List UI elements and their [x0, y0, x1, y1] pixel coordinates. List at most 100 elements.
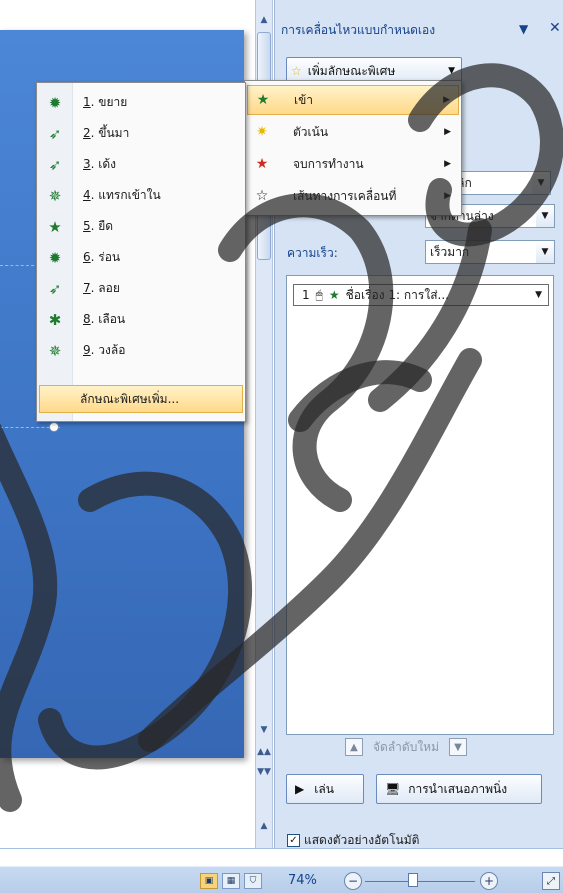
chevron-down-icon[interactable]: ▼ — [532, 172, 550, 194]
effect-label: . แทรกเข้าใน — [90, 188, 161, 202]
checkbox-check-icon[interactable]: ✓ — [287, 834, 300, 847]
close-icon[interactable]: ✕ — [549, 20, 561, 36]
more-effects-item[interactable]: ลักษณะพิเศษเพิ่ม... — [39, 385, 243, 413]
move-up-icon[interactable]: ▲ — [345, 738, 363, 756]
effect-label: . ลอย — [90, 281, 120, 295]
pane-options-dropdown-icon[interactable]: ▼ — [519, 22, 528, 36]
slide-sorter-icon[interactable]: ▦ — [222, 873, 240, 889]
animation-list-item[interactable]: 1 🖱 ★ ชื่อเรื่อง 1: การใส่... ▼ — [293, 284, 549, 306]
reorder-controls: ▲ จัดลำดับใหม่ ▼ — [345, 735, 505, 759]
entrance-effect-item[interactable]: ✱ 8. เลือน — [39, 304, 243, 335]
slideshow-view-icon[interactable]: ⛉ — [244, 873, 262, 889]
chevron-right-icon: ▶ — [444, 191, 451, 201]
effect-number: 8 — [83, 312, 91, 326]
chevron-down-icon[interactable]: ▼ — [536, 241, 554, 263]
effect-number: 6 — [83, 250, 91, 264]
dissolve-in-effect-icon: ✵ — [48, 186, 62, 205]
chevron-right-icon: ▶ — [444, 159, 451, 169]
effect-number: 3 — [83, 157, 91, 171]
scroll-down-icon[interactable]: ▼ — [256, 722, 272, 738]
chevron-down-icon[interactable]: ▼ — [535, 290, 542, 300]
selection-handle[interactable] — [49, 422, 59, 432]
effect-label: . ยืด — [90, 219, 114, 233]
more-effects-label: ลักษณะพิเศษเพิ่ม... — [80, 391, 180, 406]
menu-item-label: เส้นทางการเคลื่อนที่ — [293, 188, 397, 203]
effect-label: . เลือน — [90, 312, 126, 326]
effect-label: . วงล้อ — [90, 343, 126, 357]
menu-item-exit[interactable]: ★ จบการทำงาน ▶ — [247, 149, 459, 179]
menu-item-label: เข้า — [294, 92, 314, 107]
entrance-effect-item[interactable]: ★ 5. ยืด — [39, 211, 243, 242]
glide-effect-icon: ✹ — [48, 248, 62, 267]
speed-select[interactable]: เร็วมาก ▼ — [425, 240, 555, 264]
effect-number: 1 — [83, 95, 91, 109]
mouse-click-icon: 🖱 — [315, 287, 323, 302]
previous-slide-icon[interactable]: ▲▲ — [256, 744, 272, 760]
add-effect-star-icon: ☆ — [291, 64, 302, 78]
menu-item-emphasis[interactable]: ✷ ตัวเน้น ▶ — [247, 117, 459, 147]
slideshow-icon: 🖥 — [385, 782, 401, 796]
entrance-star-icon: ★ — [328, 288, 340, 302]
play-icon: ▶ — [295, 782, 305, 796]
fade-effect-icon: ✱ — [48, 310, 62, 329]
entrance-star-icon: ★ — [256, 92, 270, 108]
zoom-in-icon[interactable]: + — [480, 872, 498, 890]
view-buttons: ▣ ▦ ⛉ — [200, 873, 262, 889]
emphasis-star-icon: ✷ — [256, 124, 268, 140]
add-effect-label: เพิ่มลักษณะพิเศษ — [307, 63, 396, 78]
scroll-up-icon[interactable]: ▲ — [256, 12, 272, 28]
entrance-effect-item[interactable]: ➶ 2. ขึ้นมา — [39, 118, 243, 149]
effect-order: 1 — [302, 288, 310, 302]
play-label: เล่น — [314, 781, 334, 796]
status-bar — [0, 848, 563, 893]
chevron-down-icon: ▼ — [448, 66, 455, 76]
zoom-out-icon[interactable]: − — [344, 872, 362, 890]
zoom-slider[interactable] — [365, 881, 475, 882]
scroll-up-icon[interactable]: ▲ — [256, 818, 272, 834]
animation-list[interactable]: 1 🖱 ★ ชื่อเรื่อง 1: การใส่... ▼ — [286, 275, 554, 735]
float-effect-icon: ➶ — [48, 279, 62, 298]
entrance-effect-item[interactable]: ✵ 9. วงล้อ — [39, 335, 243, 366]
entrance-effect-item[interactable]: ✹ 1. ขยาย — [39, 87, 243, 118]
fit-to-window-icon[interactable]: ⤢ — [542, 872, 560, 890]
effect-name: ชื่อเรื่อง 1: การใส่... — [345, 287, 449, 302]
ascend-effect-icon: ➶ — [48, 124, 62, 143]
effect-number: 7 — [83, 281, 91, 295]
entrance-effect-item[interactable]: ✹ 6. ร่อน — [39, 242, 243, 273]
menu-item-motion-path[interactable]: ☆ เส้นทางการเคลื่อนที่ ▶ — [247, 181, 459, 211]
effect-label: . ขยาย — [90, 95, 128, 109]
next-slide-icon[interactable]: ▼▼ — [256, 764, 272, 780]
entrance-effect-item[interactable]: ✵ 4. แทรกเข้าใน — [39, 180, 243, 211]
wheel-effect-icon: ✵ — [48, 341, 62, 360]
play-button[interactable]: ▶ เล่น — [286, 774, 364, 804]
entrance-effect-item[interactable]: ➶ 7. ลอย — [39, 273, 243, 304]
exit-star-icon: ★ — [255, 156, 269, 172]
entrance-effect-item[interactable]: ➶ 3. เด้ง — [39, 149, 243, 180]
chevron-right-icon: ▶ — [444, 127, 451, 137]
motion-path-star-icon: ☆ — [255, 188, 269, 204]
entrance-effects-menu: ✹ 1. ขยาย ➶ 2. ขึ้นมา ➶ 3. เด้ง ✵ 4. แทร… — [36, 82, 246, 422]
expand-effect-icon: ✹ — [48, 93, 62, 112]
effect-number: 2 — [83, 126, 91, 140]
effect-label: . ร่อน — [90, 250, 121, 264]
menu-item-label: จบการทำงาน — [293, 156, 364, 171]
add-effect-menu: ★ เข้า ▶ ✷ ตัวเน้น ▶ ★ จบการทำงาน ▶ ☆ เส… — [244, 80, 462, 216]
menu-item-label: ตัวเน้น — [293, 124, 329, 139]
zoom-level[interactable]: 74% — [288, 873, 317, 888]
speed-label: ความเร็ว: — [287, 246, 338, 260]
slideshow-button[interactable]: 🖥 การนำเสนอภาพนิ่ง — [376, 774, 542, 804]
reorder-label: จัดลำดับใหม่ — [373, 739, 440, 754]
bounce-effect-icon: ➶ — [48, 155, 62, 174]
stretch-effect-icon: ★ — [48, 217, 62, 236]
normal-view-icon[interactable]: ▣ — [200, 873, 218, 889]
zoom-slider-thumb[interactable] — [408, 873, 418, 887]
menu-item-entrance[interactable]: ★ เข้า ▶ — [247, 85, 459, 115]
effect-label: . ขึ้นมา — [90, 126, 130, 140]
chevron-down-icon[interactable]: ▼ — [536, 205, 554, 227]
effect-number: 5 — [83, 219, 91, 233]
chevron-right-icon: ▶ — [443, 95, 450, 105]
move-down-icon[interactable]: ▼ — [449, 738, 468, 756]
slideshow-label: การนำเสนอภาพนิ่ง — [408, 781, 508, 796]
effect-number: 4 — [83, 188, 91, 202]
speed-value: เร็วมาก — [430, 244, 470, 259]
